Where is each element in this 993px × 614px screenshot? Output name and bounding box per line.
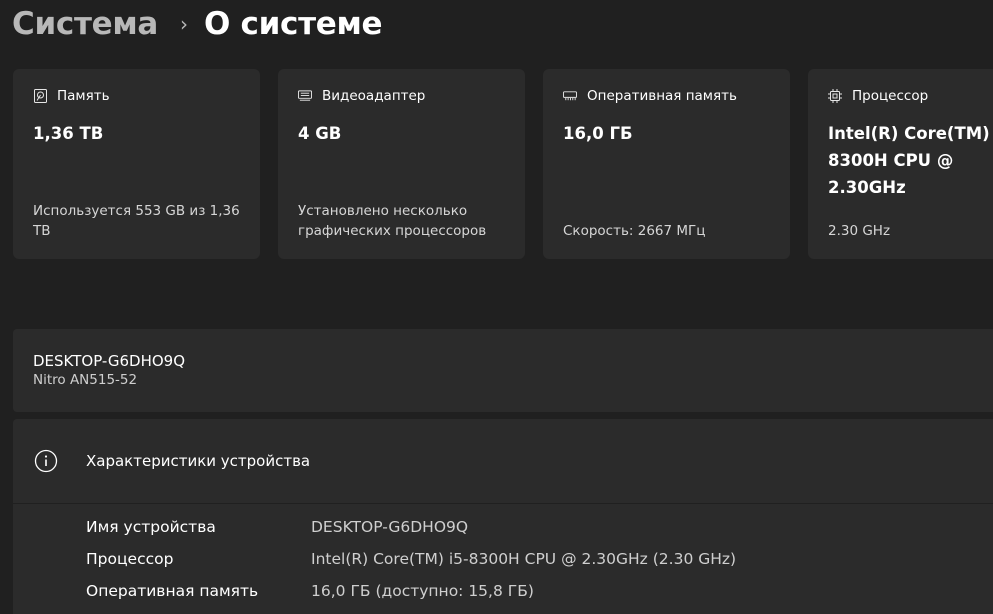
- spec-value: 16,0 ГБ (доступно: 15,8 ГБ): [311, 582, 534, 600]
- card-header: Память: [33, 86, 240, 106]
- card-value: 16,0 ГБ: [563, 124, 633, 143]
- device-specs-body: Имя устройства DESKTOP-G6DHO9Q Процессор I…: [13, 504, 993, 614]
- card-header: Оперативная память: [563, 86, 770, 106]
- ram-card[interactable]: Оперативная память 16,0 ГБ Скорость: 266…: [543, 69, 790, 259]
- device-model: Nitro AN515-52: [33, 372, 138, 388]
- card-title: Процессор: [852, 88, 929, 104]
- info-icon: [34, 449, 58, 473]
- processor-icon: [828, 89, 842, 103]
- card-subtext: 2.30 GHz: [828, 223, 891, 239]
- display-adapter-icon: [298, 89, 312, 103]
- card-value: 4 GB: [298, 124, 342, 143]
- chevron-right-icon: ›: [180, 12, 188, 36]
- card-subtext: Скорость: 2667 МГц: [563, 223, 706, 239]
- spec-row-ram: Оперативная память 16,0 ГБ (доступно: 15,…: [86, 582, 534, 600]
- card-header: Видеоадаптер: [298, 86, 505, 106]
- card-value: Intel(R) Core(TM) i5-8300H CPU @ 2.30GHz: [828, 124, 993, 197]
- display-adapter-card[interactable]: Видеоадаптер 4 GB Установлено несколько …: [278, 69, 525, 259]
- storage-icon: [33, 89, 47, 103]
- device-name: DESKTOP-G6DHO9Q: [33, 352, 186, 370]
- page-title: О системе: [204, 6, 383, 42]
- card-header: Процессор: [828, 86, 993, 106]
- card-title: Видеоадаптер: [322, 88, 426, 104]
- spec-label: Оперативная память: [86, 582, 259, 600]
- spec-row-device-name: Имя устройства DESKTOP-G6DHO9Q: [86, 518, 468, 536]
- card-value: 1,36 TB: [33, 124, 104, 143]
- device-specs-title: Характеристики устройства: [86, 452, 311, 470]
- spec-cards: Память 1,36 TB Используется 553 GB из 1,…: [13, 69, 993, 259]
- device-specs-header[interactable]: Характеристики устройства: [13, 419, 993, 503]
- spec-row-processor: Процессор Intel(R) Core(TM) i5-8300H CPU …: [86, 550, 736, 568]
- settings-about-page: Система › О системе Память 1,36 TB Испол…: [0, 0, 993, 614]
- ram-icon: [563, 89, 577, 103]
- storage-card[interactable]: Память 1,36 TB Используется 553 GB из 1,…: [13, 69, 260, 259]
- spec-value: Intel(R) Core(TM) i5-8300H CPU @ 2.30GHz…: [311, 550, 737, 568]
- card-title: Память: [57, 88, 110, 104]
- card-title: Оперативная память: [587, 88, 737, 104]
- processor-card[interactable]: Процессор Intel(R) Core(TM) i5-8300H CPU…: [808, 69, 993, 259]
- card-subtext: Используется 553 GB из 1,36 TB: [33, 203, 240, 239]
- card-subtext: Установлено несколько графических процес…: [298, 203, 487, 239]
- spec-value: DESKTOP-G6DHO9Q: [311, 518, 469, 536]
- spec-label: Процессор: [86, 550, 174, 568]
- spec-label: Имя устройства: [86, 518, 216, 536]
- breadcrumb: Система › О системе: [12, 2, 383, 46]
- device-name-row[interactable]: DESKTOP-G6DHO9Q Nitro AN515-52: [13, 329, 993, 412]
- breadcrumb-system-link[interactable]: Система: [12, 6, 158, 42]
